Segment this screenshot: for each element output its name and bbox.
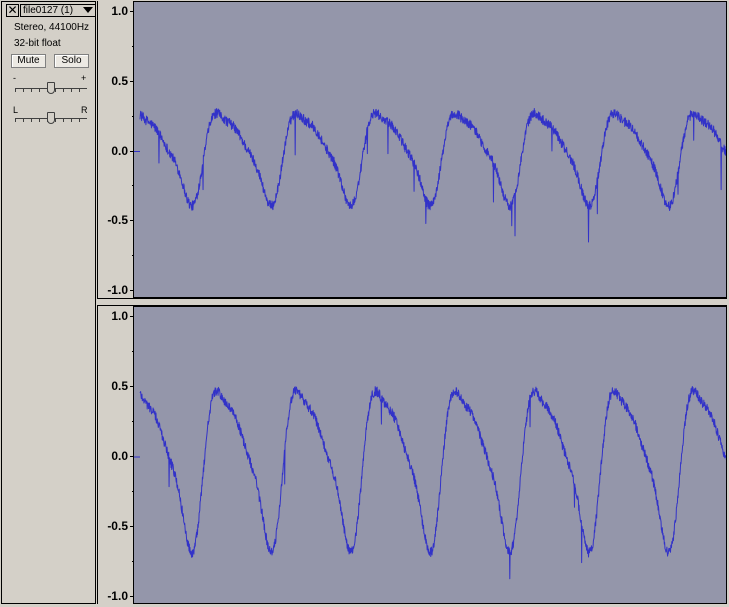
- dropdown-arrow-icon: [83, 7, 93, 13]
- ruler-label: 0.0: [111, 143, 128, 158]
- track-name: file0127 (1): [23, 5, 74, 16]
- ruler-label: -1.0: [107, 589, 128, 603]
- waveform-line: [139, 386, 726, 580]
- waveform-svg: [134, 108, 726, 243]
- ruler-label: 1.0: [111, 309, 128, 323]
- ruler-label: 0.0: [111, 449, 128, 463]
- ruler-label: -0.5: [107, 213, 128, 228]
- close-icon: ✕: [7, 3, 18, 17]
- track-sample-format: 32-bit float: [14, 38, 61, 49]
- right-channel-amplitude-ruler: 1.0 0.5 0.0 -0.5 -1.0: [97, 306, 134, 604]
- mute-button[interactable]: Mute: [11, 54, 46, 68]
- close-track-button[interactable]: ✕: [6, 4, 19, 17]
- track-name-menu[interactable]: file0127 (1): [20, 4, 96, 17]
- left-channel-waveform[interactable]: [133, 1, 727, 298]
- pan-slider-thumb[interactable]: [47, 112, 55, 124]
- pan-left-label: L: [13, 105, 19, 115]
- waveform-svg: [134, 386, 726, 580]
- gain-minus-label: -: [13, 73, 16, 83]
- pan-right-label: R: [81, 105, 88, 115]
- ruler-label: -0.5: [107, 519, 128, 533]
- track-control-panel[interactable]: ✕ file0127 (1) Stereo, 44100Hz 32-bit fl…: [1, 1, 96, 604]
- ruler-label: 1.0: [111, 4, 128, 18]
- ruler-label: 0.5: [111, 379, 128, 393]
- solo-button[interactable]: Solo: [54, 54, 89, 68]
- channel-separator: [97, 298, 727, 306]
- right-channel-waveform[interactable]: [133, 306, 727, 604]
- ruler-label: -1.0: [107, 283, 128, 297]
- audio-editor: ✕ file0127 (1) Stereo, 44100Hz 32-bit fl…: [0, 0, 729, 607]
- track-format: Stereo, 44100Hz: [14, 22, 90, 33]
- left-channel-amplitude-ruler: 1.0 0.5 0.0 -0.5 -1.0: [97, 1, 134, 298]
- gain-slider-thumb[interactable]: [47, 82, 55, 94]
- waveform-line: [139, 108, 726, 243]
- gain-plus-label: +: [81, 73, 87, 83]
- ruler-label: 0.5: [111, 73, 128, 88]
